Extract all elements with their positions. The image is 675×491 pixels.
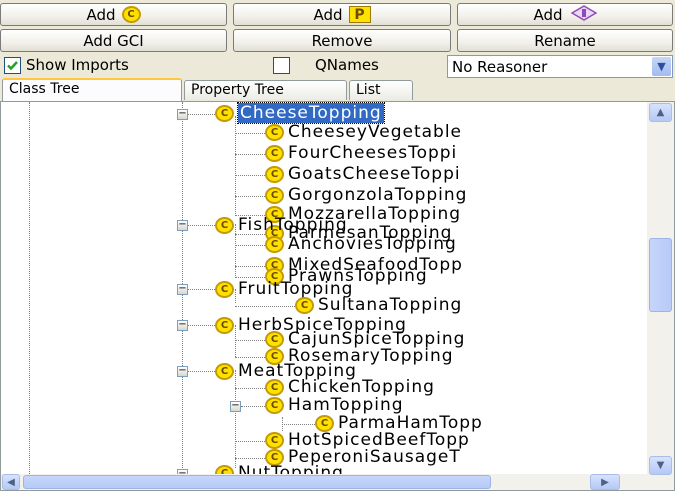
collapse-toggle[interactable]: −: [230, 401, 241, 412]
vertical-scrollbar[interactable]: ▲ ▼: [647, 102, 674, 490]
tree-node-sultana[interactable]: C SultanaTopping: [295, 294, 462, 316]
class-icon: C: [121, 6, 141, 23]
rename-button[interactable]: Rename: [457, 29, 673, 52]
add-property-button[interactable]: Add P: [233, 3, 451, 26]
chevron-down-icon[interactable]: ▼: [652, 57, 671, 76]
class-icon: C: [215, 280, 234, 298]
tab-class-tree[interactable]: Class Tree: [2, 78, 182, 102]
class-icon: C: [265, 186, 284, 204]
tab-list[interactable]: List: [349, 80, 413, 100]
collapse-toggle[interactable]: −: [177, 220, 188, 231]
class-icon: C: [265, 165, 284, 183]
qnames-checkbox[interactable]: [273, 57, 290, 74]
checkmark-icon: [7, 61, 18, 71]
class-icon: C: [215, 362, 234, 380]
collapse-toggle[interactable]: −: [177, 109, 188, 120]
collapse-toggle[interactable]: −: [177, 320, 188, 331]
scroll-left-button[interactable]: ◀: [2, 474, 20, 490]
class-icon: C: [295, 296, 314, 314]
class-icon: C: [265, 235, 284, 253]
class-icon: C: [215, 316, 234, 334]
tree-node-cheesey-vegetable[interactable]: C CheeseyVegetable: [265, 121, 462, 143]
tab-property-tree[interactable]: Property Tree: [184, 80, 347, 100]
scroll-up-button[interactable]: ▲: [649, 103, 672, 122]
class-icon: C: [265, 123, 284, 141]
tree-node-goats-cheese[interactable]: C GoatsCheeseToppi: [265, 163, 461, 185]
scroll-down-button[interactable]: ▼: [649, 456, 672, 475]
class-icon: C: [215, 104, 234, 122]
add-gci-button[interactable]: Add GCI: [0, 29, 227, 52]
remove-button[interactable]: Remove: [233, 29, 451, 52]
show-imports-label: Show Imports: [26, 56, 129, 74]
class-tree-panel[interactable]: − C CheeseTopping C CheeseyVegetable C F…: [0, 101, 675, 491]
vertical-scroll-thumb[interactable]: [649, 238, 672, 312]
tree-node-anchovies[interactable]: C AnchoviesTopping: [265, 233, 457, 255]
class-icon: C: [265, 378, 284, 396]
class-icon: C: [265, 144, 284, 162]
add-class-button[interactable]: Add C: [0, 3, 227, 26]
reasoner-select[interactable]: No Reasoner ▼: [447, 55, 673, 78]
qnames-label: QNames: [315, 56, 379, 74]
show-imports-checkbox[interactable]: [4, 57, 21, 74]
horizontal-scroll-thumb[interactable]: [23, 475, 491, 489]
collapse-toggle[interactable]: −: [177, 284, 188, 295]
collapse-toggle[interactable]: −: [177, 366, 188, 377]
scroll-right-button[interactable]: ▶: [590, 474, 620, 490]
add-individual-button[interactable]: Add: [457, 3, 673, 26]
class-icon: C: [215, 216, 234, 234]
property-icon: P: [348, 6, 371, 23]
tree-node-four-cheeses[interactable]: C FourCheesesToppi: [265, 142, 457, 164]
individual-icon: [570, 4, 598, 25]
horizontal-scrollbar[interactable]: ◀ ▶: [1, 474, 649, 490]
class-icon: C: [265, 396, 284, 414]
